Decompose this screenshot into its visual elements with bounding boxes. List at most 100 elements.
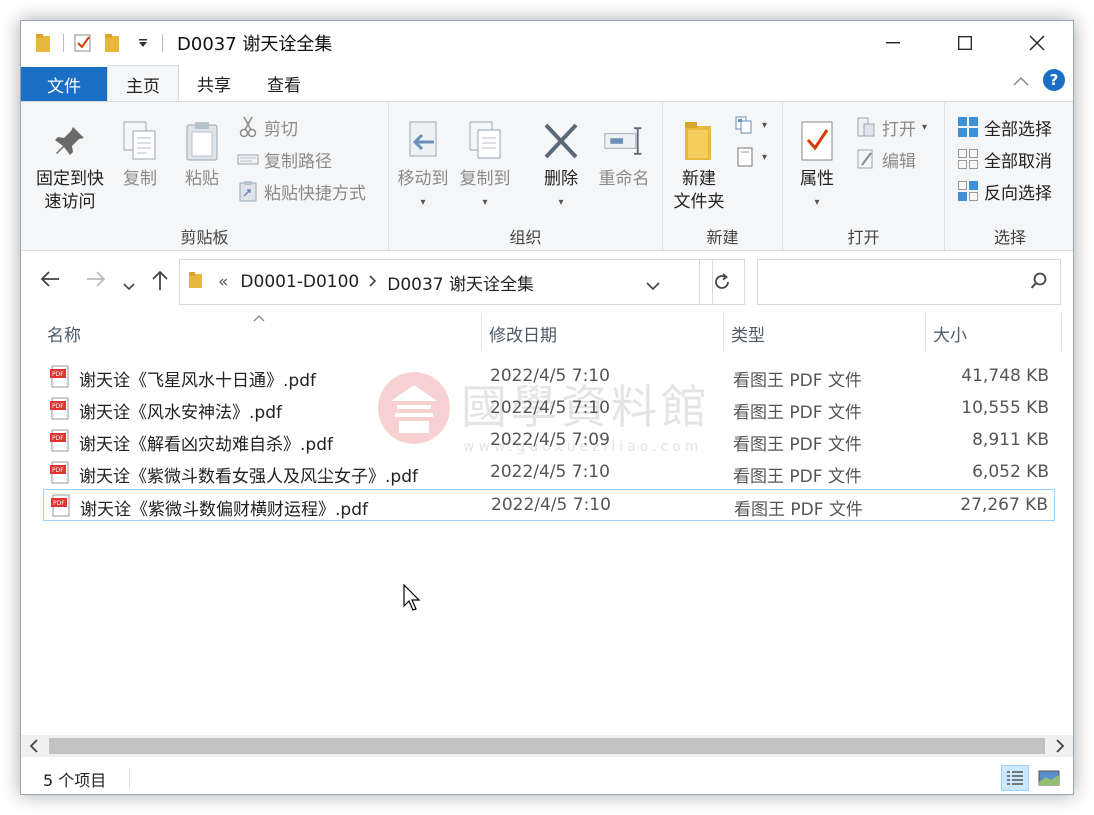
select-none-button[interactable]: 全部取消 [957,146,1052,172]
new-folder-button[interactable]: 新建 文件夹 [669,118,729,214]
paste-shortcut-icon [237,180,259,202]
move-to-label: 移动到 [397,169,449,189]
move-to-dropdown-icon: ▾ [420,197,426,208]
new-item-button[interactable]: ▾ [735,112,767,138]
invert-selection-button[interactable]: 反向选择 [957,178,1052,204]
help-icon[interactable]: ? [1043,69,1065,91]
address-folder-icon [188,271,204,294]
file-type: 看图王 PDF 文件 [733,403,862,423]
file-list: PDF 谢天诠《飞星风水十日通》.pdf 2022/4/5 7:10 看图王 P… [43,361,1055,521]
properties-button[interactable]: 属性 ▾ [789,118,845,214]
paste-label: 粘贴 [185,169,219,189]
file-date: 2022/4/5 7:10 [490,462,610,482]
svg-text:PDF: PDF [52,403,64,410]
address-overflow[interactable]: « [218,272,228,292]
file-row[interactable]: PDF 谢天诠《风水安神法》.pdf 2022/4/5 7:10 看图王 PDF… [43,393,1055,425]
rename-icon [603,118,645,164]
copy-path-button[interactable]: 复制路径 [237,146,332,172]
pin-label-line1: 固定到快 [36,169,104,189]
column-divider[interactable] [481,313,482,351]
select-all-label: 全部选择 [984,119,1052,140]
breadcrumb-parent[interactable]: D0001-D0100 [240,272,359,292]
copy-to-icon [464,118,506,164]
breadcrumb-chevron-icon[interactable] [369,273,377,291]
file-row-selected[interactable]: PDF 谢天诠《紫微斗数偏财横财运程》.pdf 2022/4/5 7:10 看图… [43,489,1055,521]
tab-home[interactable]: 主页 [107,65,179,102]
open-button[interactable]: 打开 ▾ [855,114,927,140]
copy-button[interactable]: 复制 [115,118,165,191]
details-view-button[interactable] [1001,765,1029,791]
edit-button[interactable]: 编辑 [855,146,916,172]
quick-access-toolbar [21,21,171,65]
pin-quick-access-button[interactable]: 固定到快 速访问 [31,118,109,214]
paste-shortcut-label: 粘贴快捷方式 [264,183,366,204]
breadcrumb-current[interactable]: D0037 谢天诠全集 [387,270,534,295]
column-name[interactable]: 名称 [47,321,81,346]
cut-button[interactable]: 剪切 [237,114,298,140]
paste-button[interactable]: 粘贴 [177,118,227,191]
move-to-button[interactable]: 移动到 ▾ [395,118,451,214]
column-type[interactable]: 类型 [731,321,765,346]
select-none-label: 全部取消 [984,151,1052,172]
minimize-button[interactable] [857,21,929,65]
scrollbar-thumb[interactable] [49,738,1045,754]
paste-shortcut-button[interactable]: 粘贴快捷方式 [237,178,366,204]
group-clipboard: 固定到快 速访问 复制 粘贴 剪切 复制路径 粘贴快捷方式 剪贴板 [21,102,389,252]
properties-check-icon[interactable] [72,32,94,54]
column-divider[interactable] [1061,313,1062,351]
new-folder-label-line2: 文件夹 [673,192,725,212]
qat-dropdown-icon[interactable] [132,32,154,54]
rename-label: 重命名 [598,169,650,189]
scroll-right-icon[interactable] [1055,735,1065,761]
file-date: 2022/4/5 7:10 [490,366,610,386]
column-size[interactable]: 大小 [933,321,967,346]
group-select: 全部选择 全部取消 反向选择 选择 [945,102,1073,252]
file-name: 谢天诠《紫微斗数偏财横财运程》.pdf [80,500,368,520]
file-row[interactable]: PDF 谢天诠《解看凶灾劫难自杀》.pdf 2022/4/5 7:09 看图王 … [43,425,1055,457]
details-view-icon [1007,771,1023,785]
tab-share[interactable]: 共享 [179,65,249,101]
open-dropdown-icon: ▾ [922,121,928,133]
copy-path-icon [237,148,259,170]
qat-separator [63,34,64,52]
column-date[interactable]: 修改日期 [489,321,557,346]
recent-locations-icon[interactable] [123,273,135,297]
large-icons-view-button[interactable] [1035,765,1063,791]
tab-file[interactable]: 文件 [21,67,107,101]
new-item-icon [735,114,757,136]
file-row[interactable]: PDF 谢天诠《紫微斗数看女强人及风尘女子》.pdf 2022/4/5 7:10… [43,457,1055,489]
new-folder-label-line1: 新建 [682,169,716,189]
search-box[interactable] [757,259,1061,305]
copy-to-button[interactable]: 复制到 ▾ [457,118,513,214]
large-icons-view-icon [1038,770,1060,786]
new-folder-qat-icon[interactable] [102,32,124,54]
collapse-ribbon-icon[interactable] [1013,71,1029,90]
group-label-open: 打开 [847,228,880,247]
maximize-button[interactable] [929,21,1001,65]
group-open: 属性 ▾ 打开 ▾ 编辑 打开 [783,102,945,252]
group-label-clipboard: 剪贴板 [180,228,229,247]
scroll-left-icon[interactable] [29,735,39,761]
forward-button[interactable] [85,269,107,294]
tab-view[interactable]: 查看 [249,65,319,101]
svg-text:PDF: PDF [52,371,64,378]
select-all-button[interactable]: 全部选择 [957,114,1052,140]
rename-button[interactable]: 重命名 [593,118,655,191]
column-divider[interactable] [925,313,926,351]
horizontal-scrollbar[interactable] [21,735,1073,757]
file-type: 看图王 PDF 文件 [733,435,862,455]
easy-access-button[interactable]: ▾ [735,144,767,170]
column-headers: 名称 修改日期 类型 大小 [21,313,1073,351]
copy-path-label: 复制路径 [264,151,332,172]
refresh-button[interactable] [699,259,745,305]
address-bar[interactable]: « D0001-D0100 D0037 谢天诠全集 [179,259,713,305]
file-row[interactable]: PDF 谢天诠《飞星风水十日通》.pdf 2022/4/5 7:10 看图王 P… [43,361,1055,393]
address-dropdown-icon[interactable] [646,276,660,296]
scissors-icon [237,116,259,138]
close-button[interactable] [1001,21,1073,65]
column-divider[interactable] [723,313,724,351]
up-button[interactable] [151,269,169,296]
status-bar: 5 个项目 [21,761,1073,794]
delete-button[interactable]: 删除 ▾ [539,118,583,214]
back-button[interactable] [39,269,61,294]
